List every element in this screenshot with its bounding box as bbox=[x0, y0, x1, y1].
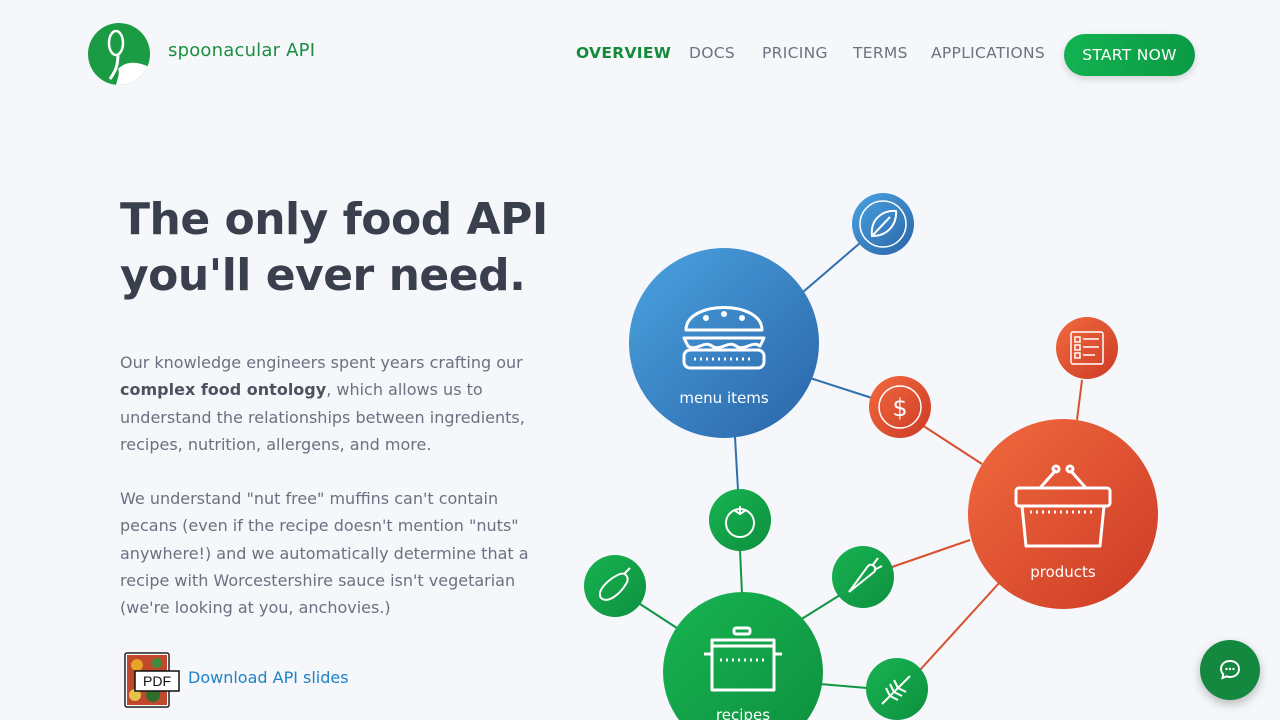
download-slides-link[interactable]: Download API slides bbox=[188, 668, 349, 687]
eggplant-node[interactable] bbox=[584, 555, 646, 617]
para1-text-start: Our knowledge engineers spent years craf… bbox=[120, 353, 523, 372]
chat-icon bbox=[1219, 659, 1241, 680]
headline-line-1: The only food API bbox=[120, 194, 548, 245]
recipes-label: recipes bbox=[716, 706, 770, 720]
para1-bold: complex food ontology bbox=[120, 380, 327, 400]
brand-name[interactable]: spoonacular API bbox=[168, 40, 315, 61]
example-paragraph: We understand "nut free" muffins can't c… bbox=[120, 489, 529, 618]
dollar-icon: $ bbox=[892, 394, 907, 422]
menu-items-node[interactable]: menu items bbox=[629, 248, 819, 438]
dollar-node[interactable]: $ bbox=[869, 376, 931, 438]
nav-overview[interactable]: OVERVIEW bbox=[576, 44, 671, 62]
pdf-icon[interactable]: PDF bbox=[123, 651, 181, 709]
chat-widget-button[interactable] bbox=[1200, 640, 1260, 700]
food-ontology-graph: menu items $ products recipes bbox=[584, 193, 1158, 720]
site-header: spoonacular API OVERVIEW DOCS PRICING TE… bbox=[0, 0, 1280, 110]
carrot-node[interactable] bbox=[832, 546, 894, 608]
leaf-node[interactable] bbox=[852, 193, 914, 255]
hero-headline: The only food API you'll ever need. bbox=[120, 192, 590, 304]
nav-applications[interactable]: APPLICATIONS bbox=[931, 44, 1045, 62]
nav-pricing[interactable]: PRICING bbox=[762, 44, 828, 62]
headline-line-2: you'll ever need. bbox=[120, 250, 526, 301]
checklist-node[interactable] bbox=[1056, 317, 1118, 379]
nav-docs[interactable]: DOCS bbox=[689, 44, 735, 62]
menu-items-label: menu items bbox=[679, 389, 769, 407]
spoonacular-logo[interactable] bbox=[88, 23, 150, 85]
recipes-node[interactable]: recipes bbox=[663, 592, 823, 720]
tomato-node[interactable] bbox=[709, 489, 771, 551]
pdf-badge-label: PDF bbox=[143, 673, 171, 689]
wheat-node[interactable] bbox=[866, 658, 928, 720]
nav-terms[interactable]: TERMS bbox=[853, 44, 908, 62]
intro-paragraph: Our knowledge engineers spent years craf… bbox=[120, 349, 540, 458]
products-label: products bbox=[1030, 563, 1096, 581]
products-node[interactable]: products bbox=[968, 419, 1158, 609]
start-now-button[interactable]: START NOW bbox=[1064, 34, 1195, 76]
